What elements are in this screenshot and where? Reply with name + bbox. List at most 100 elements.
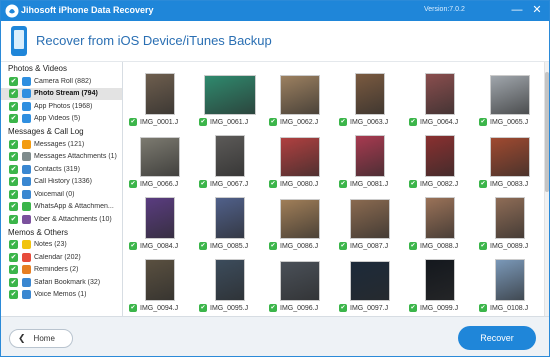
photo-thumbnail[interactable] xyxy=(424,197,455,239)
checkbox-checked-icon[interactable]: ✔ xyxy=(479,304,487,312)
photo-thumbnail[interactable] xyxy=(214,135,245,177)
photo-thumbnail[interactable] xyxy=(354,73,385,115)
photo-caption[interactable]: ✔ IMG_0084.J xyxy=(129,242,178,250)
photo-caption[interactable]: ✔ IMG_0087.J xyxy=(339,242,388,250)
minimize-button[interactable]: — xyxy=(509,3,525,18)
photo-caption[interactable]: ✔ IMG_0108.J xyxy=(479,304,528,312)
photo-thumbnail[interactable] xyxy=(354,135,385,177)
checkbox-checked-icon[interactable]: ✔ xyxy=(9,202,18,212)
photo-caption[interactable]: ✔ IMG_0083.J xyxy=(479,180,528,188)
checkbox-checked-icon[interactable]: ✔ xyxy=(199,180,207,188)
photo-item[interactable]: ✔ IMG_0089.J xyxy=(477,194,542,254)
checkbox-checked-icon[interactable]: ✔ xyxy=(9,76,18,86)
sidebar-item[interactable]: ✔ Photo Stream (794) xyxy=(1,87,122,100)
photo-thumbnail[interactable] xyxy=(214,259,245,301)
photo-caption[interactable]: ✔ IMG_0065.J xyxy=(479,118,528,126)
checkbox-checked-icon[interactable]: ✔ xyxy=(9,277,18,287)
photo-caption[interactable]: ✔ IMG_0062.J xyxy=(269,118,318,126)
photo-caption[interactable]: ✔ IMG_0066.J xyxy=(129,180,178,188)
photo-caption[interactable]: ✔ IMG_0080.J xyxy=(269,180,318,188)
photo-caption[interactable]: ✔ IMG_0082.J xyxy=(409,180,458,188)
photo-caption[interactable]: ✔ IMG_0061.J xyxy=(199,118,248,126)
photo-item[interactable]: ✔ IMG_0062.J xyxy=(267,70,332,130)
vertical-scrollbar[interactable] xyxy=(544,62,549,316)
sidebar-item[interactable]: ✔ App Videos (5) xyxy=(1,113,122,126)
sidebar-item[interactable]: ✔ App Photos (1968) xyxy=(1,100,122,113)
close-button[interactable]: ✕ xyxy=(529,3,545,18)
photo-item[interactable]: ✔ IMG_0080.J xyxy=(267,132,332,192)
checkbox-checked-icon[interactable]: ✔ xyxy=(339,242,347,250)
photo-item[interactable]: ✔ IMG_0082.J xyxy=(407,132,472,192)
checkbox-checked-icon[interactable]: ✔ xyxy=(199,242,207,250)
photo-item[interactable]: ✔ IMG_0084.J xyxy=(127,194,192,254)
checkbox-checked-icon[interactable]: ✔ xyxy=(409,304,417,312)
checkbox-checked-icon[interactable]: ✔ xyxy=(129,180,137,188)
photo-thumbnail[interactable] xyxy=(489,75,530,115)
checkbox-checked-icon[interactable]: ✔ xyxy=(339,304,347,312)
sidebar-item[interactable]: ✔ Messages (121) xyxy=(1,138,122,151)
checkbox-checked-icon[interactable]: ✔ xyxy=(9,240,18,250)
checkbox-checked-icon[interactable]: ✔ xyxy=(129,304,137,312)
sidebar-item[interactable]: ✔ Calendar (202) xyxy=(1,251,122,264)
photo-item[interactable]: ✔ IMG_0099.J xyxy=(407,256,472,316)
checkbox-checked-icon[interactable]: ✔ xyxy=(479,242,487,250)
photo-item[interactable]: ✔ IMG_0088.J xyxy=(407,194,472,254)
checkbox-checked-icon[interactable]: ✔ xyxy=(339,180,347,188)
photo-thumbnail[interactable] xyxy=(424,73,455,115)
checkbox-checked-icon[interactable]: ✔ xyxy=(9,265,18,275)
photo-thumbnail[interactable] xyxy=(494,197,525,239)
checkbox-checked-icon[interactable]: ✔ xyxy=(199,118,207,126)
photo-item[interactable]: ✔ IMG_0086.J xyxy=(267,194,332,254)
checkbox-checked-icon[interactable]: ✔ xyxy=(9,290,18,300)
photo-caption[interactable]: ✔ IMG_0088.J xyxy=(409,242,458,250)
checkbox-checked-icon[interactable]: ✔ xyxy=(199,304,207,312)
sidebar-item[interactable]: ✔ Reminders (2) xyxy=(1,264,122,277)
photo-caption[interactable]: ✔ IMG_0097.J xyxy=(339,304,388,312)
photo-thumbnail[interactable] xyxy=(279,261,320,301)
checkbox-checked-icon[interactable]: ✔ xyxy=(339,118,347,126)
photo-caption[interactable]: ✔ IMG_0085.J xyxy=(199,242,248,250)
checkbox-checked-icon[interactable]: ✔ xyxy=(9,252,18,262)
sidebar-item[interactable]: ✔ Call History (1336) xyxy=(1,176,122,189)
sidebar-item[interactable]: ✔ Safari Bookmark (32) xyxy=(1,276,122,289)
photo-thumbnail[interactable] xyxy=(279,137,320,177)
checkbox-checked-icon[interactable]: ✔ xyxy=(9,101,18,111)
photo-caption[interactable]: ✔ IMG_0081.J xyxy=(339,180,388,188)
photo-caption[interactable]: ✔ IMG_0096.J xyxy=(269,304,318,312)
photo-thumbnail[interactable] xyxy=(139,137,180,177)
photo-item[interactable]: ✔ IMG_0095.J xyxy=(197,256,262,316)
photo-thumbnail[interactable] xyxy=(144,259,175,301)
photo-item[interactable]: ✔ IMG_0063.J xyxy=(337,70,402,130)
photo-caption[interactable]: ✔ IMG_0067.J xyxy=(199,180,248,188)
photo-item[interactable]: ✔ IMG_0067.J xyxy=(197,132,262,192)
photo-caption[interactable]: ✔ IMG_0063.J xyxy=(339,118,388,126)
photo-item[interactable]: ✔ IMG_0061.J xyxy=(197,70,262,130)
scrollbar-thumb[interactable] xyxy=(545,72,549,192)
checkbox-checked-icon[interactable]: ✔ xyxy=(129,242,137,250)
photo-item[interactable]: ✔ IMG_0066.J xyxy=(127,132,192,192)
photo-caption[interactable]: ✔ IMG_0086.J xyxy=(269,242,318,250)
photo-caption[interactable]: ✔ IMG_0001.J xyxy=(129,118,178,126)
photo-thumbnail[interactable] xyxy=(349,199,390,239)
checkbox-checked-icon[interactable]: ✔ xyxy=(409,242,417,250)
checkbox-checked-icon[interactable]: ✔ xyxy=(129,118,137,126)
photo-item[interactable]: ✔ IMG_0064.J xyxy=(407,70,472,130)
checkbox-checked-icon[interactable]: ✔ xyxy=(269,242,277,250)
photo-caption[interactable]: ✔ IMG_0099.J xyxy=(409,304,458,312)
checkbox-checked-icon[interactable]: ✔ xyxy=(9,189,18,199)
home-button[interactable]: ❮ Home xyxy=(9,329,73,348)
photo-caption[interactable]: ✔ IMG_0089.J xyxy=(479,242,528,250)
photo-item[interactable]: ✔ IMG_0096.J xyxy=(267,256,332,316)
photo-item[interactable]: ✔ IMG_0108.J xyxy=(477,256,542,316)
sidebar-item[interactable]: ✔ Camera Roll (882) xyxy=(1,75,122,88)
checkbox-checked-icon[interactable]: ✔ xyxy=(269,180,277,188)
checkbox-checked-icon[interactable]: ✔ xyxy=(9,139,18,149)
sidebar-item[interactable]: ✔ WhatsApp & Attachmen... xyxy=(1,201,122,214)
photo-caption[interactable]: ✔ IMG_0094.J xyxy=(129,304,178,312)
checkbox-checked-icon[interactable]: ✔ xyxy=(409,180,417,188)
photo-thumbnail[interactable] xyxy=(494,259,525,301)
photo-item[interactable]: ✔ IMG_0001.J xyxy=(127,70,192,130)
sidebar-item[interactable]: ✔ Voice Memos (1) xyxy=(1,289,122,302)
sidebar-item[interactable]: ✔ Notes (23) xyxy=(1,239,122,252)
checkbox-checked-icon[interactable]: ✔ xyxy=(9,177,18,187)
